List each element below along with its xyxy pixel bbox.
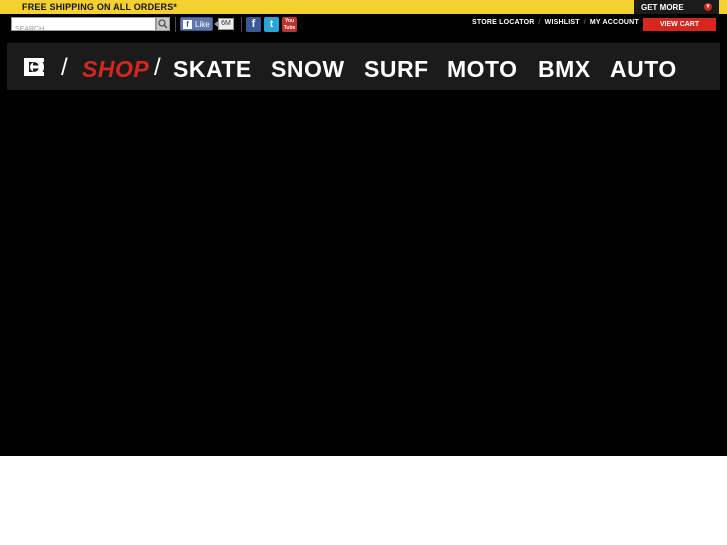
store-locator-link[interactable]: STORE LOCATOR (472, 19, 535, 26)
divider (175, 17, 176, 32)
facebook-f-icon: f (183, 20, 192, 29)
nav-item-surf[interactable]: SURF (364, 56, 429, 83)
chevron-down-icon: ▼ (704, 3, 712, 11)
like-count: 6M (218, 18, 234, 30)
account-links: STORE LOCATOR / WISHLIST / MY ACCOUNT (472, 19, 639, 26)
link-separator: / (583, 19, 586, 26)
search-box (11, 17, 156, 36)
wishlist-link[interactable]: WISHLIST (545, 19, 580, 26)
nav-item-auto[interactable]: AUTO (610, 56, 677, 83)
search-icon (158, 19, 168, 29)
free-shipping-text[interactable]: FREE SHIPPING ON ALL ORDERS* (22, 2, 177, 12)
promo-bar: FREE SHIPPING ON ALL ORDERS* GET MORE ▼ (0, 0, 727, 14)
main-nav: / SHOP / SKATE SNOW SURF MOTO BMX AUTO (7, 43, 720, 90)
view-cart-button[interactable]: VIEW CART (643, 18, 716, 31)
divider (241, 17, 242, 32)
nav-slash: / (61, 54, 68, 81)
search-button[interactable] (156, 17, 170, 31)
youtube-icon[interactable]: You Tube (282, 17, 297, 32)
nav-item-shop[interactable]: SHOP (82, 56, 149, 83)
link-separator: / (538, 19, 541, 26)
nav-item-bmx[interactable]: BMX (538, 56, 591, 83)
get-more-label: GET MORE (641, 3, 684, 12)
page: FREE SHIPPING ON ALL ORDERS* GET MORE ▼ … (0, 0, 727, 545)
like-label: Like (195, 20, 210, 29)
nav-item-skate[interactable]: SKATE (173, 56, 252, 83)
facebook-icon[interactable]: f (246, 17, 261, 32)
facebook-like-button[interactable]: f Like (180, 17, 213, 31)
nav-item-snow[interactable]: SNOW (271, 56, 345, 83)
nav-slash: / (154, 54, 161, 81)
get-more-button[interactable]: GET MORE ▼ (634, 0, 719, 14)
nav-item-moto[interactable]: MOTO (447, 56, 518, 83)
search-input[interactable] (12, 23, 155, 36)
dc-logo-icon[interactable] (22, 56, 46, 78)
twitter-icon[interactable]: t (264, 17, 279, 32)
my-account-link[interactable]: MY ACCOUNT (590, 19, 639, 26)
